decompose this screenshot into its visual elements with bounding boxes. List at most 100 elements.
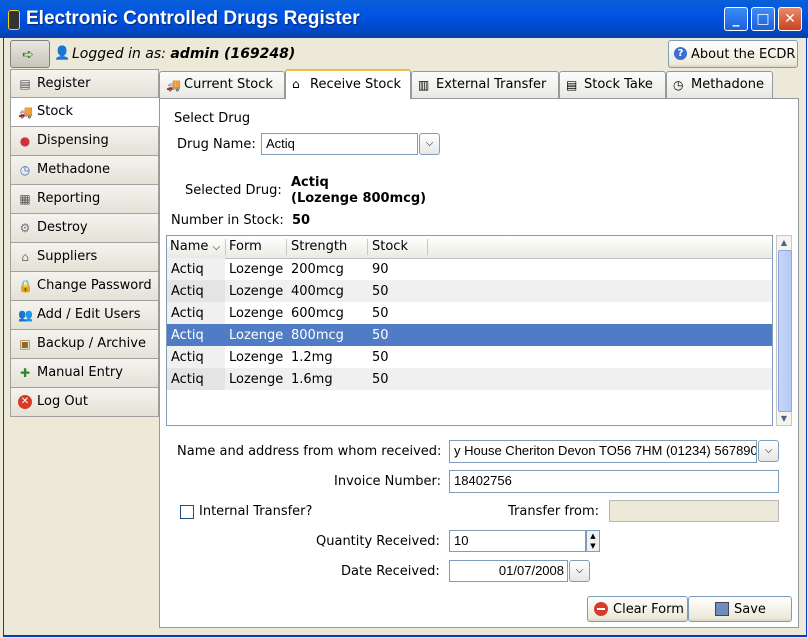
cell-form: Lozenge [229, 350, 284, 365]
sidebar-item-add-edit-users[interactable]: 👥 Add / Edit Users [10, 301, 159, 330]
transfer-from-input[interactable] [609, 500, 779, 522]
cell-form: Lozenge [229, 306, 284, 321]
cell-name: Actiq [171, 372, 204, 387]
cell-strength: 600mcg [291, 306, 344, 321]
sidebar-item-backup-archive[interactable]: ▣ Backup / Archive [10, 330, 159, 359]
received-from-dropdown-button[interactable]: ⌵ [758, 440, 779, 462]
sidebar-item-label: Methadone [37, 162, 110, 177]
sidebar-item-stock[interactable]: 🚚 Stock [10, 98, 159, 127]
lock-icon: 🔒 [18, 279, 33, 293]
maximize-button[interactable]: □ [751, 7, 775, 31]
sidebar-item-label: Backup / Archive [37, 336, 146, 351]
clock-icon: ◷ [673, 78, 684, 92]
minimize-button[interactable]: _ [724, 7, 748, 31]
sidebar-item-label: Register [37, 76, 91, 91]
truck-icon: 🚚 [18, 105, 33, 119]
sort-chevron-down-icon: ⌵ [212, 242, 221, 253]
app-icon [8, 10, 20, 30]
sidebar-item-log-out[interactable]: ✕ Log Out [10, 388, 159, 417]
quantity-stepper[interactable]: ▲ ▼ [586, 530, 600, 552]
clipboard-icon: ▤ [566, 78, 578, 92]
sidebar-item-suppliers[interactable]: ⌂ Suppliers [10, 243, 159, 272]
transfer-from-label: Transfer from: [508, 504, 600, 519]
sidebar-item-manual-entry[interactable]: ✚ Manual Entry [10, 359, 159, 388]
pill-icon: ● [19, 134, 31, 148]
sidebar-item-label: Log Out [37, 394, 88, 409]
tab-receive-stock[interactable]: ⌂ Receive Stock [285, 69, 411, 99]
transfer-icon: ▥ [418, 78, 430, 92]
save-label: Save [734, 602, 766, 617]
cell-stock: 50 [372, 328, 389, 343]
about-button[interactable]: ? About the ECDR [668, 40, 798, 68]
archive-icon: ▣ [19, 337, 31, 351]
table-row[interactable]: Actiq Lozenge 1.2mg 50 [167, 346, 772, 368]
title-bar: Electronic Controlled Drugs Register _ □… [0, 0, 808, 38]
supplier-icon: ⌂ [21, 250, 29, 264]
column-header-form[interactable]: Form [229, 239, 262, 254]
cell-stock: 90 [372, 262, 389, 277]
cell-form: Lozenge [229, 262, 284, 277]
about-button-label: About the ECDR [691, 47, 796, 62]
table-row[interactable]: Actiq Lozenge 200mcg 90 [167, 258, 772, 280]
cell-stock: 50 [372, 372, 389, 387]
cell-form: Lozenge [229, 328, 284, 343]
report-icon: ▦ [19, 192, 31, 206]
tab-external-transfer[interactable]: ▥ External Transfer [411, 71, 559, 98]
column-header-stock[interactable]: Stock [372, 239, 408, 254]
stepper-up-icon[interactable]: ▲ [587, 531, 599, 541]
drug-name-label: Drug Name: [177, 137, 256, 152]
exit-icon: ➪ [22, 47, 34, 63]
drug-name-dropdown-button[interactable]: ⌵ [419, 133, 440, 155]
logged-in-status: Logged in as: admin (169248) [72, 46, 295, 62]
table-scrollbar[interactable]: ▲ ▼ [776, 235, 792, 426]
scrollbar-thumb[interactable] [778, 250, 792, 412]
select-drug-heading: Select Drug [174, 111, 251, 126]
tab-stock-take[interactable]: ▤ Stock Take [559, 71, 666, 98]
save-icon [715, 602, 729, 616]
invoice-number-input[interactable]: 18402756 [449, 470, 779, 493]
close-button[interactable]: ✕ [778, 7, 802, 31]
table-row-selected[interactable]: Actiq Lozenge 800mcg 50 [167, 324, 772, 346]
clear-icon [594, 602, 608, 616]
chevron-down-icon: ⌵ [575, 565, 584, 576]
sidebar-item-methadone[interactable]: ◷ Methadone [10, 156, 159, 185]
tab-label: Current Stock [184, 77, 273, 92]
truck-icon: 🚚 [166, 78, 181, 92]
sidebar-item-label: Reporting [37, 191, 101, 206]
quantity-received-input[interactable]: 10 [449, 530, 586, 552]
received-from-input[interactable]: y House Cheriton Devon TO56 7HM (01234) … [449, 440, 757, 463]
tab-current-stock[interactable]: 🚚 Current Stock [159, 71, 285, 98]
table-row[interactable]: Actiq Lozenge 400mcg 50 [167, 280, 772, 302]
date-received-input[interactable]: 01/07/2008 [449, 560, 568, 582]
sidebar-item-register[interactable]: ▤ Register [10, 69, 159, 98]
drug-name-input[interactable]: Actiq [261, 133, 418, 155]
sidebar-item-label: Add / Edit Users [37, 307, 141, 322]
logout-quick-button[interactable]: ➪ [10, 40, 50, 68]
sidebar-item-destroy[interactable]: ⚙ Destroy [10, 214, 159, 243]
table-header: Name ⌵ Form Strength Stock [167, 236, 772, 259]
stepper-down-icon[interactable]: ▼ [587, 541, 599, 551]
sidebar-item-label: Suppliers [37, 249, 98, 264]
save-button[interactable]: Save [688, 596, 792, 622]
tab-methadone[interactable]: ◷ Methadone [666, 71, 773, 98]
cell-strength: 1.6mg [291, 372, 333, 387]
table-row[interactable]: Actiq Lozenge 1.6mg 50 [167, 368, 772, 390]
invoice-number-label: Invoice Number: [334, 474, 441, 489]
cell-name: Actiq [171, 306, 204, 321]
scroll-down-icon[interactable]: ▼ [777, 412, 791, 425]
table-row[interactable]: Actiq Lozenge 600mcg 50 [167, 302, 772, 324]
internal-transfer-checkbox[interactable] [180, 505, 194, 519]
scroll-up-icon[interactable]: ▲ [777, 236, 791, 249]
date-picker-button[interactable]: ⌵ [569, 560, 590, 582]
sidebar-item-change-password[interactable]: 🔒 Change Password [10, 272, 159, 301]
clear-form-button[interactable]: Clear Form [587, 596, 688, 622]
sidebar-item-dispensing[interactable]: ● Dispensing [10, 127, 159, 156]
column-header-name[interactable]: Name ⌵ [170, 239, 220, 254]
manual-entry-icon: ✚ [19, 366, 31, 380]
selected-drug-detail: (Lozenge 800mcg) [291, 191, 427, 206]
cell-strength: 1.2mg [291, 350, 333, 365]
column-header-strength[interactable]: Strength [291, 239, 347, 254]
tab-label: Receive Stock [310, 77, 402, 92]
chevron-down-icon: ⌵ [764, 445, 773, 456]
sidebar-item-reporting[interactable]: ▦ Reporting [10, 185, 159, 214]
